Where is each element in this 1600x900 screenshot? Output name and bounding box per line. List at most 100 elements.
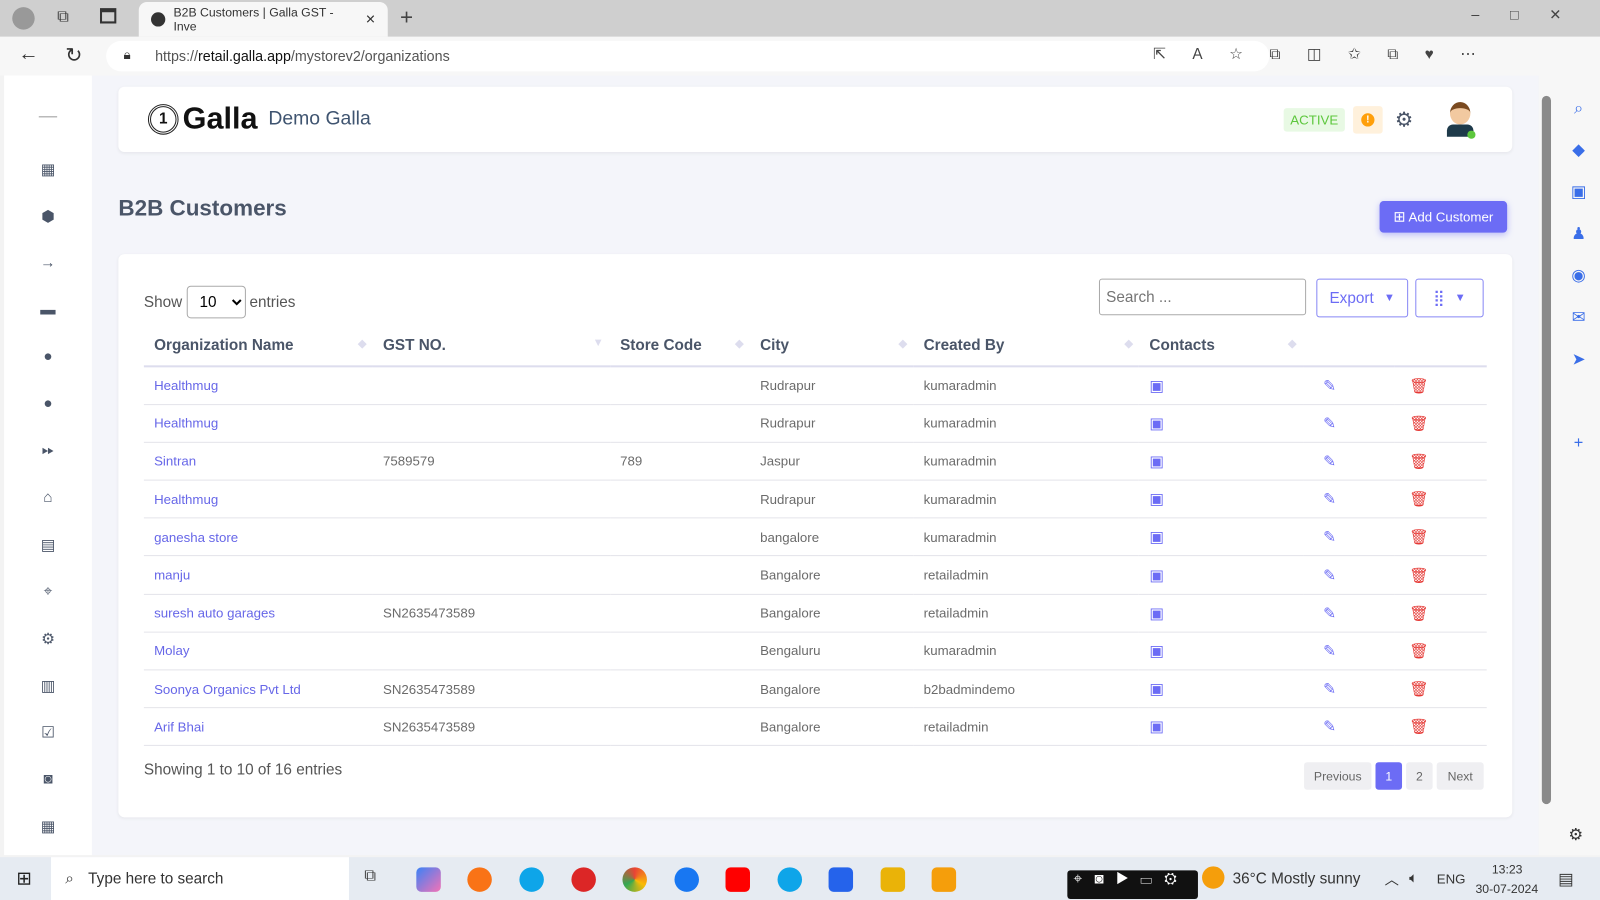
- workspaces-icon[interactable]: ⧉: [57, 8, 69, 26]
- column-header[interactable]: City ◆: [749, 324, 914, 368]
- scrollbar-thumb[interactable]: [1541, 95, 1552, 805]
- camera-icon[interactable]: ◙: [38, 770, 58, 790]
- firefox-icon[interactable]: [467, 867, 492, 892]
- delete-icon[interactable]: 🗑︎: [1409, 491, 1428, 508]
- app-icon[interactable]: [880, 867, 906, 892]
- avatar[interactable]: [1446, 102, 1476, 141]
- customer-icon[interactable]: ●: [38, 395, 58, 415]
- galla-logo[interactable]: 1 Galla: [147, 102, 258, 137]
- contacts-icon[interactable]: ▣: [1149, 681, 1163, 698]
- organization-link[interactable]: manju: [154, 567, 190, 582]
- contacts-icon[interactable]: ▣: [1149, 567, 1163, 584]
- delete-icon[interactable]: 🗑︎: [1409, 415, 1428, 432]
- contacts-book-icon[interactable]: ▤: [38, 536, 58, 556]
- edit-icon[interactable]: ✎: [1323, 377, 1336, 394]
- page-2-button[interactable]: 2: [1406, 762, 1433, 790]
- delete-icon[interactable]: 🗑︎: [1409, 453, 1428, 470]
- record-app-icon[interactable]: [571, 867, 596, 892]
- windows-start-icon[interactable]: ⊞: [16, 868, 31, 889]
- arrow-right-icon[interactable]: →: [38, 254, 58, 274]
- previous-button[interactable]: Previous: [1304, 762, 1372, 790]
- column-toggle-button[interactable]: ⣿ ▼: [1415, 278, 1484, 318]
- url-input[interactable]: https://retail.galla.app/mystorev2/organ…: [106, 40, 1270, 72]
- column-header[interactable]: Store Code ◆: [609, 324, 750, 368]
- tray-chevron-icon[interactable]: ︿: [1385, 869, 1399, 889]
- settings-icon[interactable]: ⚙: [38, 630, 58, 650]
- product-box-icon[interactable]: ⬢: [38, 207, 58, 227]
- location-icon[interactable]: ⌖: [38, 583, 58, 603]
- contacts-icon[interactable]: ▣: [1149, 643, 1163, 660]
- refresh-icon[interactable]: ↻: [65, 43, 82, 69]
- weather-text[interactable]: 36°C Mostly sunny: [1233, 870, 1361, 887]
- window-controls[interactable]: –□✕: [1471, 6, 1591, 23]
- menu-toggle-icon[interactable]: [38, 116, 58, 118]
- contacts-icon[interactable]: ▣: [1149, 453, 1163, 470]
- delete-icon[interactable]: 🗑︎: [1409, 377, 1428, 394]
- contacts-icon[interactable]: ▣: [1149, 719, 1163, 736]
- contacts-icon[interactable]: ▣: [1149, 605, 1163, 622]
- profile-icon[interactable]: [12, 7, 35, 30]
- capture-toolbar[interactable]: ⌖◙▶▭⚙: [1067, 870, 1198, 899]
- delete-icon[interactable]: 🗑︎: [1409, 567, 1428, 584]
- delete-icon[interactable]: 🗑︎: [1409, 681, 1428, 698]
- edit-icon[interactable]: ✎: [1323, 567, 1336, 584]
- store-icon[interactable]: [828, 867, 854, 892]
- edit-icon[interactable]: ✎: [1323, 529, 1336, 546]
- settings-gear-icon[interactable]: ⚙: [1395, 107, 1413, 133]
- contacts-icon[interactable]: ▣: [1149, 491, 1163, 508]
- youtube-icon[interactable]: [725, 867, 750, 892]
- browser-tab[interactable]: B2B Customers | Galla GST - Inve ✕: [138, 2, 388, 37]
- task-view-icon[interactable]: ⧉: [364, 867, 388, 891]
- warning-button[interactable]: !: [1353, 106, 1383, 134]
- ticket-icon[interactable]: ▬: [38, 301, 58, 321]
- contacts-icon[interactable]: ▣: [1149, 415, 1163, 432]
- edge-sidebar-icons[interactable]: ⌕ ◆ ▣ ♟ ◉ ✉ ➤ +: [1568, 88, 1588, 465]
- export-button[interactable]: Export ▼: [1316, 278, 1409, 318]
- edge-icon[interactable]: [519, 867, 544, 892]
- notifications-icon[interactable]: ▤: [1558, 869, 1573, 889]
- add-customer-button[interactable]: ⊞ Add Customer: [1379, 201, 1508, 233]
- volume-icon[interactable]: 🔈︎: [1409, 869, 1418, 886]
- edit-icon[interactable]: ✎: [1323, 719, 1336, 736]
- clock-date[interactable]: 30-07-2024: [1475, 882, 1538, 896]
- page-size-select[interactable]: 10: [186, 285, 246, 319]
- column-header[interactable]: GST NO. ▼: [372, 324, 610, 368]
- organization-link[interactable]: Healthmug: [154, 378, 218, 393]
- next-button[interactable]: Next: [1436, 762, 1484, 790]
- organization-link[interactable]: Soonya Organics Pvt Ltd: [154, 681, 301, 696]
- organization-link[interactable]: suresh auto garages: [154, 605, 275, 620]
- copilot-icon[interactable]: [416, 867, 441, 892]
- language-indicator[interactable]: ENG: [1437, 871, 1466, 886]
- organization-link[interactable]: Healthmug: [154, 416, 218, 431]
- browser-toolbar-icons[interactable]: ⇱A☆⧉◫✩⧉♥⋯: [1153, 45, 1502, 63]
- organization-link[interactable]: Arif Bhai: [154, 719, 204, 734]
- column-header[interactable]: Created By ◆: [913, 324, 1140, 368]
- delete-icon[interactable]: 🗑︎: [1409, 605, 1428, 622]
- contacts-icon[interactable]: ▣: [1149, 377, 1163, 394]
- dashboard-icon[interactable]: ▦: [38, 160, 58, 180]
- page-1-button[interactable]: 1: [1375, 762, 1403, 790]
- file-explorer-icon[interactable]: [931, 867, 957, 892]
- report-icon[interactable]: ▥: [38, 677, 58, 697]
- edit-icon[interactable]: ✎: [1323, 681, 1336, 698]
- edit-icon[interactable]: ✎: [1323, 491, 1336, 508]
- edit-icon[interactable]: ✎: [1323, 605, 1336, 622]
- skype-icon[interactable]: [777, 867, 803, 892]
- forward-icon[interactable]: ⏩︎: [38, 442, 58, 462]
- taskbar-search[interactable]: ⌕ Type here to search: [51, 857, 349, 900]
- delete-icon[interactable]: 🗑︎: [1409, 719, 1428, 736]
- column-header[interactable]: Organization Name ◆: [143, 324, 373, 368]
- contacts-icon[interactable]: ▣: [1149, 529, 1163, 546]
- edit-icon[interactable]: ✎: [1323, 643, 1336, 660]
- basket-icon[interactable]: ⌂: [38, 489, 58, 509]
- organization-link[interactable]: Molay: [154, 643, 189, 658]
- delete-icon[interactable]: 🗑︎: [1409, 529, 1428, 546]
- checklist-icon[interactable]: ☑: [38, 723, 58, 743]
- new-tab-icon[interactable]: +: [400, 4, 413, 31]
- back-icon[interactable]: ←: [18, 43, 38, 66]
- chrome-icon[interactable]: [622, 867, 647, 892]
- tab-actions-icon[interactable]: [99, 8, 117, 24]
- delete-icon[interactable]: 🗑︎: [1409, 643, 1428, 660]
- edge-settings-icon[interactable]: ⚙: [1568, 824, 1583, 844]
- organization-link[interactable]: Healthmug: [154, 491, 218, 506]
